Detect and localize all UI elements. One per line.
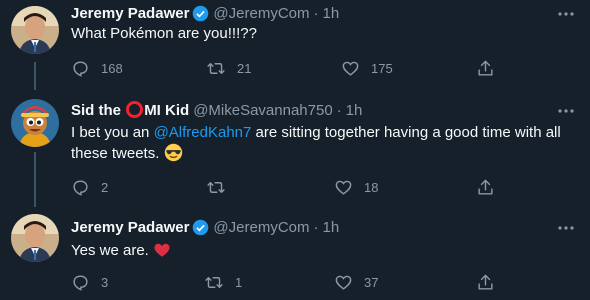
author-name[interactable]: Sid the MI Kid xyxy=(71,101,189,119)
conversation-thread: Jeremy Padawer @JeremyCom · 1h What Poké… xyxy=(0,0,590,300)
share-button[interactable] xyxy=(476,177,495,197)
author-name[interactable]: Jeremy Padawer xyxy=(71,219,189,236)
separator: · xyxy=(336,101,342,119)
author-handle[interactable]: @MikeSavannah750 xyxy=(193,102,332,119)
verified-icon xyxy=(192,219,209,236)
tweet-text: What Pokémon are you!!!?? xyxy=(71,25,257,42)
like-icon xyxy=(334,273,353,292)
share-icon xyxy=(476,178,495,197)
share-button[interactable] xyxy=(476,272,495,292)
avatar[interactable] xyxy=(11,214,59,262)
tweet-header: Sid the MI Kid @MikeSavannah750 · 1h xyxy=(71,100,362,120)
tweet[interactable]: Jeremy Padawer @JeremyCom · 1h Yes we ar… xyxy=(0,207,590,300)
tweet[interactable]: Jeremy Padawer @JeremyCom · 1h What Poké… xyxy=(0,0,590,92)
avatar[interactable] xyxy=(11,99,59,147)
like-count: 175 xyxy=(371,60,393,76)
reply-count: 3 xyxy=(101,274,109,290)
timestamp[interactable]: 1h xyxy=(346,102,363,119)
author-handle[interactable]: @JeremyCom xyxy=(213,219,309,236)
more-icon[interactable] xyxy=(556,101,576,121)
retweet-button[interactable]: 21 xyxy=(206,58,251,78)
author-name[interactable]: Jeremy Padawer xyxy=(71,5,189,22)
share-icon xyxy=(476,59,495,78)
like-count: 18 xyxy=(364,179,379,195)
share-button[interactable] xyxy=(476,58,495,78)
tweet-actions: 2 18 xyxy=(71,177,501,197)
like-button[interactable]: 37 xyxy=(334,272,378,292)
red-heart-emoji xyxy=(153,241,171,265)
retweet-icon xyxy=(204,273,224,292)
reply-icon xyxy=(71,178,90,197)
retweet-icon xyxy=(206,178,226,197)
reply-button[interactable]: 168 xyxy=(71,58,123,78)
mention-link[interactable]: @AlfredKahn7 xyxy=(154,124,252,141)
red-circle-emoji xyxy=(126,101,144,118)
retweet-count: 1 xyxy=(235,274,243,290)
tweet-header: Jeremy Padawer @JeremyCom · 1h xyxy=(71,217,339,237)
tweet-text: Yes we are. xyxy=(71,240,571,265)
separator: · xyxy=(313,218,319,236)
reply-count: 168 xyxy=(101,60,123,76)
like-icon xyxy=(334,178,353,197)
reply-button[interactable]: 2 xyxy=(71,177,108,197)
retweet-icon xyxy=(206,59,226,78)
author-handle[interactable]: @JeremyCom xyxy=(213,5,309,22)
tweet-actions: 168 21 175 xyxy=(71,58,501,78)
timestamp[interactable]: 1h xyxy=(323,219,340,236)
like-button[interactable]: 18 xyxy=(334,177,378,197)
like-icon xyxy=(341,59,360,78)
retweet-button[interactable]: 1 xyxy=(204,272,242,292)
more-icon[interactable] xyxy=(556,218,576,238)
tweet-actions: 3 1 37 xyxy=(71,272,501,292)
share-icon xyxy=(476,273,495,292)
avatar[interactable] xyxy=(11,6,59,54)
tweet-text: I bet you an @AlfredKahn7 are sitting to… xyxy=(71,122,571,168)
retweet-count: 21 xyxy=(237,60,252,76)
reply-icon xyxy=(71,273,90,292)
retweet-button[interactable] xyxy=(206,177,226,197)
sunglasses-emoji xyxy=(164,143,183,168)
verified-icon xyxy=(192,5,209,22)
like-button[interactable]: 175 xyxy=(341,58,393,78)
tweet[interactable]: Sid the MI Kid @MikeSavannah750 · 1h I b… xyxy=(0,92,590,207)
more-icon[interactable] xyxy=(556,4,576,24)
reply-button[interactable]: 3 xyxy=(71,272,108,292)
reply-icon xyxy=(71,59,90,78)
timestamp[interactable]: 1h xyxy=(323,5,340,22)
separator: · xyxy=(313,4,319,22)
like-count: 37 xyxy=(364,274,379,290)
reply-count: 2 xyxy=(101,179,109,195)
tweet-header: Jeremy Padawer @JeremyCom · 1h xyxy=(71,3,339,23)
